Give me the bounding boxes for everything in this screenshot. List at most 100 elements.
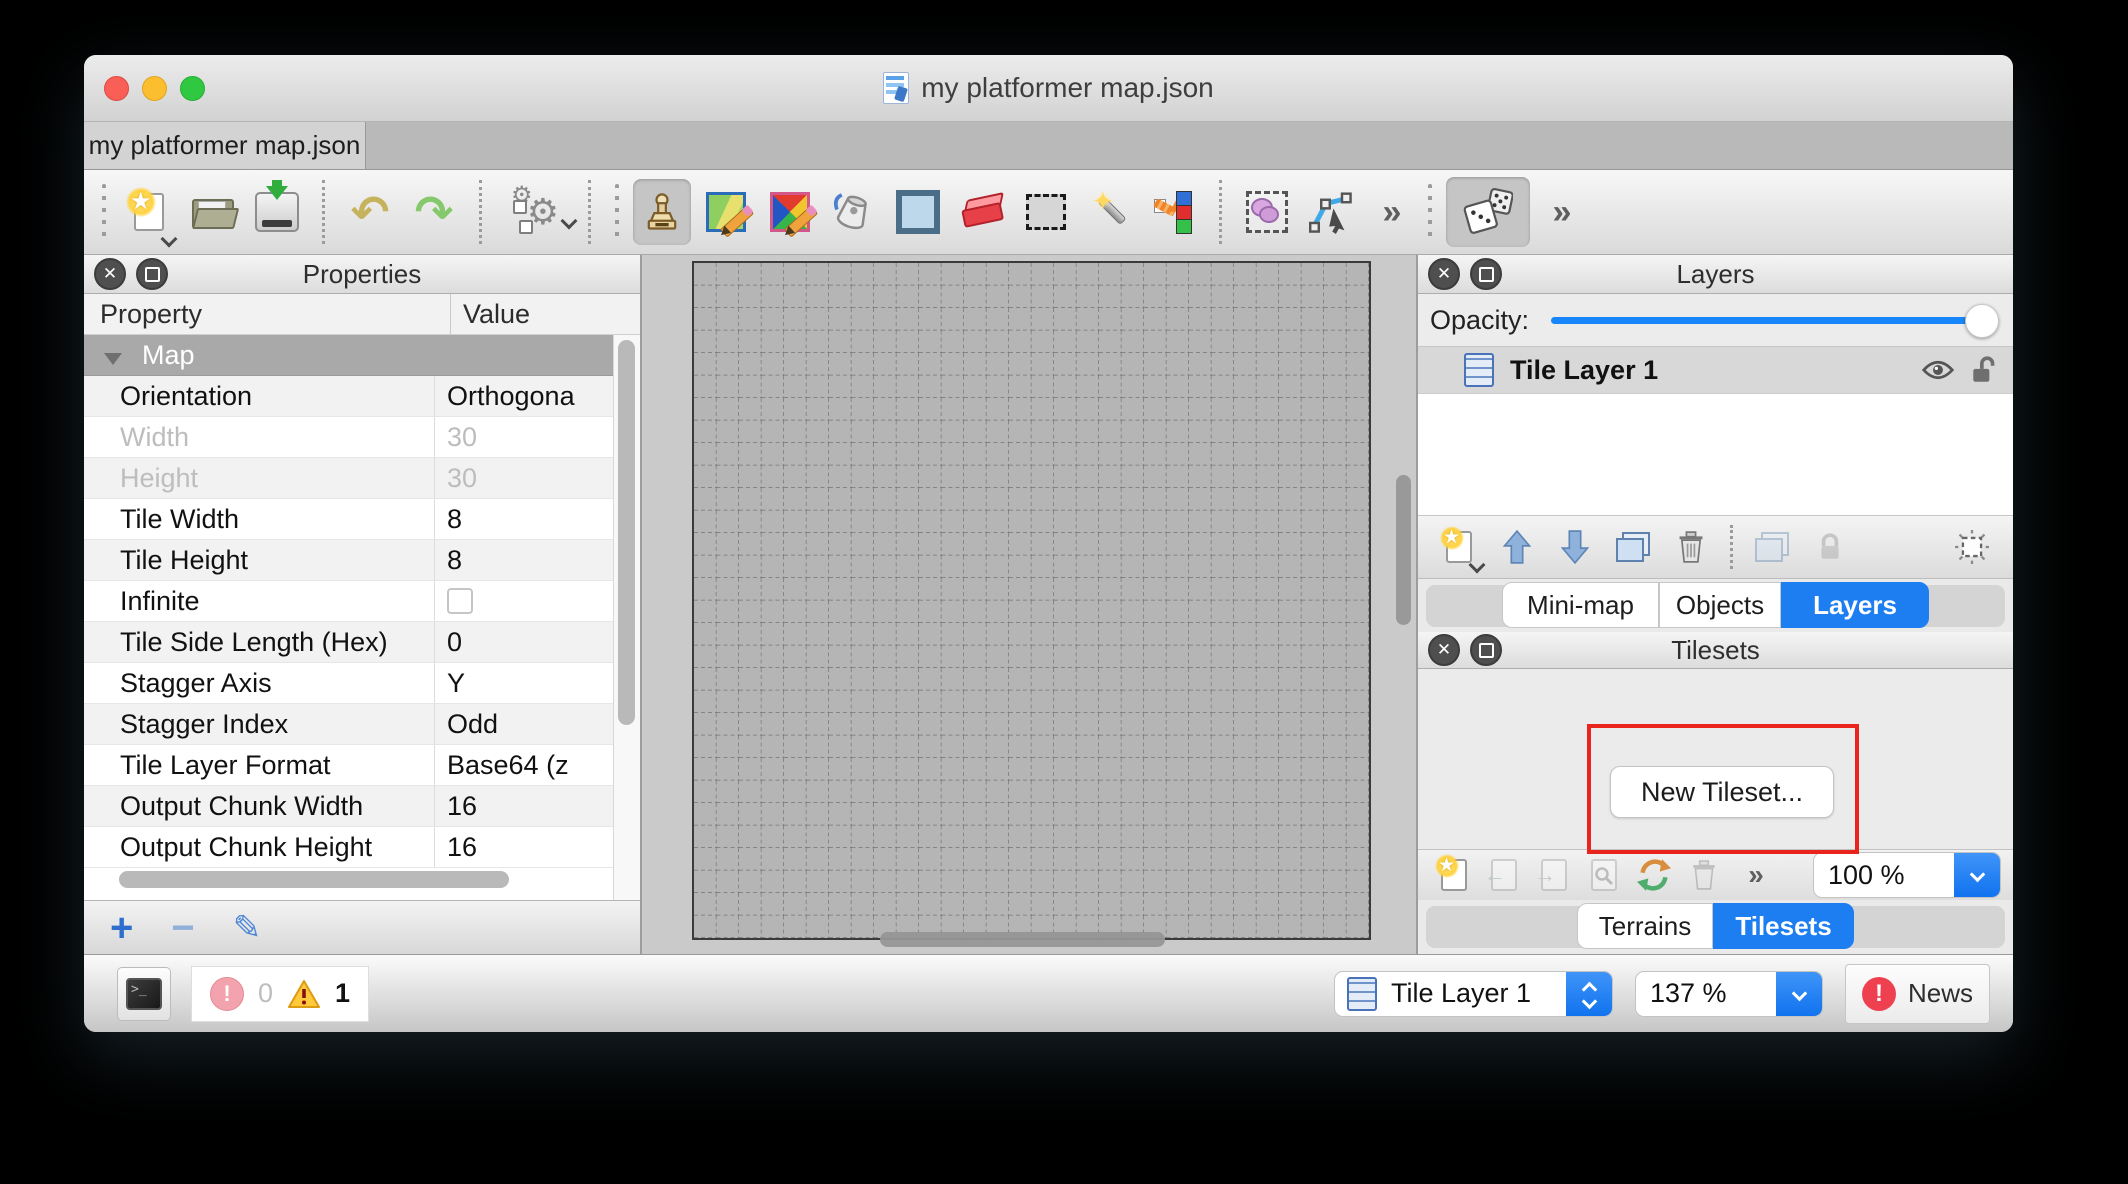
layer-unlocked-icon[interactable] <box>1971 355 1997 385</box>
stamp-brush-tool[interactable] <box>633 179 691 245</box>
magic-wand-tool[interactable]: ✦ <box>1081 179 1139 245</box>
close-window-button[interactable] <box>104 76 129 101</box>
export-tileset-button-disabled[interactable]: → <box>1530 852 1578 898</box>
terrain-brush-tool[interactable] <box>697 179 755 245</box>
tab-objects[interactable]: Objects <box>1659 582 1781 628</box>
float-panel-icon[interactable] <box>1470 258 1502 290</box>
tileset-zoom-combobox[interactable]: 100 % <box>1813 852 2001 898</box>
tab-mini-map[interactable]: Mini-map <box>1502 582 1659 628</box>
remove-layer-button[interactable] <box>1664 521 1718 573</box>
tab-my-platformer-map[interactable]: my platformer map.json <box>84 122 366 169</box>
property-row[interactable]: Infinite <box>84 581 614 622</box>
property-group-row[interactable]: Map <box>84 335 614 376</box>
float-panel-icon[interactable] <box>1470 634 1502 666</box>
edit-property-button[interactable]: ✎ <box>233 911 262 945</box>
opacity-slider-knob[interactable] <box>1965 304 1999 338</box>
highlight-layer-icon <box>1955 530 1989 564</box>
layer-row-tile-layer-1[interactable]: Tile Layer 1 <box>1418 347 2013 394</box>
close-panel-icon[interactable]: ✕ <box>1428 258 1460 290</box>
property-row[interactable]: Output Chunk Height16 <box>84 827 614 868</box>
property-row[interactable]: Height30 <box>84 458 614 499</box>
new-map-button[interactable]: ★ <box>120 179 178 245</box>
toolbar-handle[interactable] <box>102 184 106 240</box>
map-zoom-combobox[interactable]: 137 % <box>1635 971 1823 1017</box>
bucket-fill-tool[interactable] <box>825 179 883 245</box>
lock-layer-button-disabled[interactable] <box>1803 521 1857 573</box>
issues-counter[interactable]: ! 0 1 <box>191 966 369 1022</box>
news-button[interactable]: ! News <box>1845 964 1990 1024</box>
rectangular-select-tool[interactable] <box>1017 179 1075 245</box>
shape-fill-tool[interactable] <box>889 179 947 245</box>
new-layer-button[interactable]: ★ <box>1432 521 1486 573</box>
duplicate-layer-button[interactable] <box>1606 521 1660 573</box>
infinite-checkbox[interactable] <box>447 588 473 614</box>
open-file-button[interactable] <box>184 179 242 245</box>
map-canvas[interactable] <box>642 255 1416 954</box>
properties-horizontal-scrollbar[interactable] <box>119 871 509 888</box>
toolbar-handle[interactable] <box>615 184 619 240</box>
zoom-window-button[interactable] <box>180 76 205 101</box>
tab-tilesets[interactable]: Tilesets <box>1713 903 1854 949</box>
remove-property-button[interactable]: − <box>171 908 194 948</box>
random-mode-toggle[interactable] <box>1446 177 1530 247</box>
tilesets-overflow-button[interactable]: » <box>1730 852 1778 898</box>
canvas-horizontal-scrollbar[interactable] <box>880 932 1165 947</box>
tab-layers[interactable]: Layers <box>1781 582 1929 628</box>
undo-button[interactable]: ↶ <box>341 179 399 245</box>
property-row[interactable]: Stagger IndexOdd <box>84 704 614 745</box>
select-same-tile-tool[interactable] <box>1145 179 1203 245</box>
select-objects-tool[interactable] <box>1238 179 1296 245</box>
property-row[interactable]: Tile Width8 <box>84 499 614 540</box>
combo-spinner-cap[interactable] <box>1566 972 1612 1016</box>
collapse-triangle-icon[interactable] <box>104 353 122 371</box>
edit-tileset-button-disabled[interactable] <box>1580 852 1628 898</box>
remove-tileset-button-disabled[interactable] <box>1680 852 1728 898</box>
float-panel-icon[interactable] <box>136 258 168 290</box>
minimize-window-button[interactable] <box>142 76 167 101</box>
layers-toolbar: ★ <box>1418 516 2013 579</box>
current-layer-combobox[interactable]: Tile Layer 1 <box>1334 971 1613 1017</box>
layers-panel-title: Layers <box>1676 259 1754 290</box>
close-panel-icon[interactable]: ✕ <box>1428 634 1460 666</box>
annotation-highlight-rectangle: New Tileset... <box>1587 724 1859 854</box>
property-row[interactable]: Output Chunk Width16 <box>84 786 614 827</box>
copy-layer-button-disabled[interactable] <box>1745 521 1799 573</box>
embed-tileset-button-disabled[interactable]: ← <box>1480 852 1528 898</box>
add-property-button[interactable]: + <box>110 908 133 948</box>
combo-dropdown-cap[interactable] <box>1954 853 2000 897</box>
combo-dropdown-cap[interactable] <box>1776 972 1822 1016</box>
new-tileset-button[interactable]: New Tileset... <box>1610 766 1834 818</box>
automapping-button[interactable]: ⚙⚙ <box>498 179 572 245</box>
lower-layer-button[interactable] <box>1548 521 1602 573</box>
new-tileset-toolbar-button[interactable]: ★ <box>1430 852 1478 898</box>
stamp-variation-tool[interactable] <box>761 179 819 245</box>
eraser-tool[interactable] <box>953 179 1011 245</box>
save-button[interactable] <box>248 179 306 245</box>
raise-layer-button[interactable] <box>1490 521 1544 573</box>
edit-polygons-tool[interactable] <box>1302 179 1360 245</box>
property-row[interactable]: Stagger AxisY <box>84 663 614 704</box>
toolbar-overflow-button-2[interactable]: » <box>1536 179 1584 245</box>
property-row[interactable]: OrientationOrthogona <box>84 376 614 417</box>
console-toggle-button[interactable]: >_ <box>117 967 171 1021</box>
dock-tabs-tilesets: Terrains Tilesets <box>1418 900 2013 954</box>
property-row[interactable]: Tile Layer FormatBase64 (z <box>84 745 614 786</box>
titlebar[interactable]: my platformer map.json <box>84 55 2013 122</box>
redo-button[interactable]: ↷ <box>405 179 463 245</box>
opacity-slider[interactable] <box>1551 304 1995 336</box>
tab-terrains[interactable]: Terrains <box>1577 903 1713 949</box>
property-row[interactable]: Tile Side Length (Hex)0 <box>84 622 614 663</box>
toolbar-overflow-button[interactable]: » <box>1366 179 1414 245</box>
property-row[interactable]: Tile Height8 <box>84 540 614 581</box>
right-dock: ✕ Layers Opacity: Tile Layer 1 <box>1416 255 2013 954</box>
properties-vertical-scrollbar[interactable] <box>613 335 640 900</box>
property-row[interactable]: Width30 <box>84 417 614 458</box>
chevron-up-icon <box>1583 980 1595 992</box>
layer-visible-eye-icon[interactable] <box>1921 359 1955 381</box>
highlight-current-layer-button[interactable] <box>1945 521 1999 573</box>
toolbar-handle[interactable] <box>1428 184 1432 240</box>
canvas-vertical-scrollbar[interactable] <box>1396 475 1411 625</box>
reload-tileset-button[interactable] <box>1630 852 1678 898</box>
map-grid[interactable] <box>692 261 1371 940</box>
close-panel-icon[interactable]: ✕ <box>94 258 126 290</box>
